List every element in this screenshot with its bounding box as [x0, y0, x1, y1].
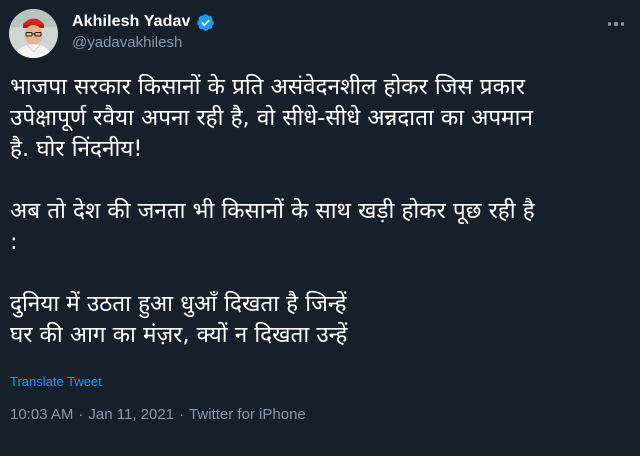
display-name[interactable]: Akhilesh Yadav	[72, 13, 191, 31]
author-name-row: Akhilesh Yadav	[72, 12, 215, 32]
avatar-image	[9, 9, 58, 58]
tweet-text-blank-line	[10, 165, 634, 196]
tweet-text: भाजपा सरकार किसानों के प्रति असंवेदनशील …	[10, 72, 634, 351]
author-handle[interactable]: @yadavakhilesh	[72, 34, 182, 51]
tweet-card: Akhilesh Yadav @yadavakhilesh भाजपा सरका…	[0, 0, 640, 456]
tweet-text-blank-line	[10, 258, 634, 289]
tweet-date[interactable]: Jan 11, 2021	[88, 406, 174, 423]
more-options-icon[interactable]	[606, 14, 626, 34]
tweet-text-line: अब तो देश की जनता भी किसानों के साथ खड़ी…	[10, 198, 535, 224]
tweet-text-line: :	[10, 229, 18, 255]
tweet-text-line: भाजपा सरकार किसानों के प्रति असंवेदनशील …	[10, 74, 525, 100]
tweet-metadata: 10:03 AM · Jan 11, 2021 · Twitter for iPhone	[10, 406, 306, 423]
tweet-time[interactable]: 10:03 AM	[10, 406, 73, 423]
verified-badge-icon	[196, 13, 215, 32]
tweet-text-line: उपेक्षापूर्ण रवैया अपना रही है, वो सीधे-…	[10, 105, 533, 131]
meta-separator: ·	[78, 406, 84, 423]
tweet-source[interactable]: Twitter for iPhone	[189, 406, 306, 423]
avatar[interactable]	[9, 9, 58, 58]
tweet-text-line: दुनिया में उठता हुआ धुआँ दिखता है जिन्हे…	[10, 291, 347, 317]
tweet-text-line: है. घोर निंदनीय!	[10, 136, 143, 162]
tweet-text-line: घर की आग का मंज़र, क्यों न दिखता उन्हें	[10, 322, 348, 348]
meta-separator: ·	[179, 406, 185, 423]
translate-tweet-link[interactable]: Translate Tweet	[10, 374, 102, 389]
